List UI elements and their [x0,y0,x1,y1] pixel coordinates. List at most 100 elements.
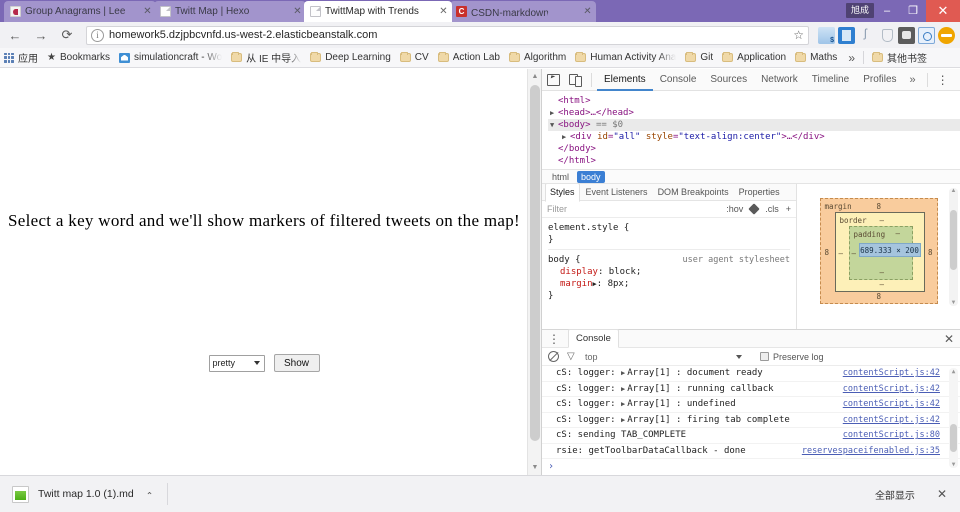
close-icon[interactable]: ✕ [291,6,304,17]
cls-button[interactable]: .cls [765,204,779,214]
chevron-down-icon[interactable] [735,354,742,359]
styles-tab-properties[interactable]: Properties [735,184,784,201]
drawer-close-icon[interactable]: ✕ [938,332,960,346]
scroll-up-icon[interactable]: ▲ [528,69,542,84]
user-badge[interactable]: 旭成 [845,3,874,18]
device-toolbar-icon[interactable] [564,69,586,91]
hov-button[interactable]: :hov [726,204,743,214]
rule-declaration-margin[interactable]: margin▶: 8px; [548,278,790,290]
devtools-tab-profiles[interactable]: Profiles [856,69,903,91]
scrollbar-thumb[interactable] [530,85,540,441]
extension-icon-7[interactable] [938,26,955,44]
scroll-up-icon[interactable]: ▲ [949,188,958,194]
bookmark-folder-8[interactable]: Application [722,52,786,63]
devtools-menu-icon[interactable]: ⋮ [933,74,953,86]
rule-body[interactable]: user agent stylesheet body { display: bl… [548,249,790,302]
bookmarks-overflow-icon[interactable]: » [848,51,855,65]
console-log-row[interactable]: rsie: getToolbarDataCallback - done rese… [542,444,960,459]
console-scrollbar[interactable]: ▲ ▼ [949,368,958,468]
close-icon[interactable]: ✕ [141,6,154,17]
dom-line-body-selected[interactable]: ▼ <body> == $0 [548,119,960,131]
scrollbar-thumb[interactable] [950,424,957,452]
log-object[interactable]: Array[1] [627,368,670,378]
log-source-link[interactable]: reservespaceifenabled.js:35 [794,446,940,456]
box-model-padding[interactable]: padding – – – – 689.333 × 200 [848,226,921,280]
new-style-rule-icon[interactable]: + [786,204,791,214]
close-window-button[interactable]: ✕ [926,0,960,22]
download-item[interactable]: Twitt map 1.0 (1).md ⌄ [0,485,153,503]
border-bottom-value[interactable]: – [880,280,885,289]
padding-top-value[interactable]: – [896,229,901,238]
back-icon[interactable]: ← [4,24,26,46]
devtools-close-icon[interactable]: ✕ [953,73,960,87]
breadcrumb-item-html[interactable]: html [548,171,573,183]
log-object[interactable]: Array[1] [627,384,670,394]
log-source-link[interactable]: contentScript.js:42 [835,368,940,378]
dom-line-html-close[interactable]: </html> [548,155,960,167]
extension-icon-4[interactable] [878,26,895,44]
devtools-tab-console[interactable]: Console [653,69,704,91]
styles-tab-styles[interactable]: Styles [545,184,580,202]
dom-line-body-close[interactable]: </body> [548,143,960,155]
padding-bottom-value[interactable]: – [880,268,885,277]
extension-icon-2[interactable] [838,26,855,44]
expand-triangle-icon[interactable]: ▶ [621,369,625,377]
dom-line-div[interactable]: ▶ <div id="all" style="text-align:center"… [548,131,960,143]
devtools-tab-elements[interactable]: Elements [597,69,653,91]
log-source-link[interactable]: contentScript.js:80 [835,430,940,440]
bookmark-folder-2[interactable]: Deep Learning [310,52,391,63]
box-model-border[interactable]: border – – – – padding – – – – 689.333 ×… [834,212,925,292]
filter-input[interactable]: Filter [547,204,567,214]
expand-triangle-icon[interactable]: ▶ [550,107,558,119]
bookmark-folder-9[interactable]: Maths [795,52,837,63]
reload-icon[interactable]: ⟳ [56,24,78,46]
bookmark-simulationcraft[interactable]: simulationcraft - Wo [118,52,222,63]
keyword-select[interactable]: pretty [208,354,265,372]
bookmark-apps[interactable]: 应用 [4,50,38,65]
dom-tree[interactable]: <html> ▶ <head>…</head> ▼ <body> == $0 ▶ <d… [542,91,960,169]
collapse-triangle-icon[interactable]: ▼ [550,119,558,131]
browser-tab-1[interactable]: Group Anagrams | Lee ✕ [4,1,156,22]
color-scheme-icon[interactable] [748,203,760,215]
bookmark-folder-3[interactable]: CV [399,52,429,63]
border-top-value[interactable]: – [880,216,885,225]
log-source-link[interactable]: contentScript.js:42 [835,415,940,425]
site-info-icon[interactable]: i [91,28,104,42]
console-log-row[interactable]: cS: logger: ▶ Array[1] : undefined conten… [542,397,960,413]
minimize-button[interactable]: – [874,0,900,22]
devtools-more-tabs-icon[interactable]: » [904,74,922,86]
margin-left-value[interactable]: 8 [825,248,830,257]
log-object[interactable]: Array[1] [627,399,670,409]
margin-top-value[interactable]: 8 [877,202,882,211]
scroll-down-icon[interactable]: ▼ [528,460,542,475]
rule-declaration-display[interactable]: display: block; [548,266,790,278]
bookmark-folder-6[interactable]: Human Activity Ana [575,52,676,63]
show-all-downloads-button[interactable]: 全部显示 [865,482,924,506]
expand-triangle-icon[interactable]: ▶ [621,400,625,408]
page-scrollbar[interactable]: ▲ ▼ [527,69,541,475]
show-button[interactable]: Show [273,354,320,372]
filter-icon[interactable]: ▽ [567,351,577,362]
extension-icon-3[interactable] [858,26,875,44]
extension-icon-5[interactable] [898,26,915,44]
drawer-menu-icon[interactable]: ⋮ [544,333,564,345]
box-model-margin[interactable]: margin 8 8 8 8 border – – – – padding – [819,198,938,304]
log-source-link[interactable]: contentScript.js:42 [835,399,940,409]
bookmark-folder-4[interactable]: Action Lab [437,52,500,63]
devtools-tab-network[interactable]: Network [754,69,805,91]
new-tab-button[interactable] [545,5,587,21]
scroll-down-icon[interactable]: ▼ [949,300,958,306]
inspect-element-icon[interactable] [542,69,564,91]
margin-bottom-value[interactable]: 8 [877,292,882,301]
scroll-down-icon[interactable]: ▼ [949,461,958,468]
rule-element-style[interactable]: element.style { } [548,222,790,246]
console-log-row[interactable]: cS: sending TAB_COMPLETE contentScript.j… [542,428,960,444]
console-log-row[interactable]: cS: logger: ▶ Array[1] : firing tab compl… [542,413,960,428]
styles-scrollbar[interactable]: ▲ ▼ [949,188,958,306]
checkbox[interactable] [759,352,769,361]
bookmark-folder-1[interactable]: 从 IE 中导入 [231,50,301,65]
padding-left-value[interactable]: – [852,249,857,258]
extension-icon-6[interactable] [918,26,935,44]
expand-triangle-icon[interactable]: ▶ [562,131,570,143]
expand-triangle-icon[interactable]: ▶ [621,416,625,424]
